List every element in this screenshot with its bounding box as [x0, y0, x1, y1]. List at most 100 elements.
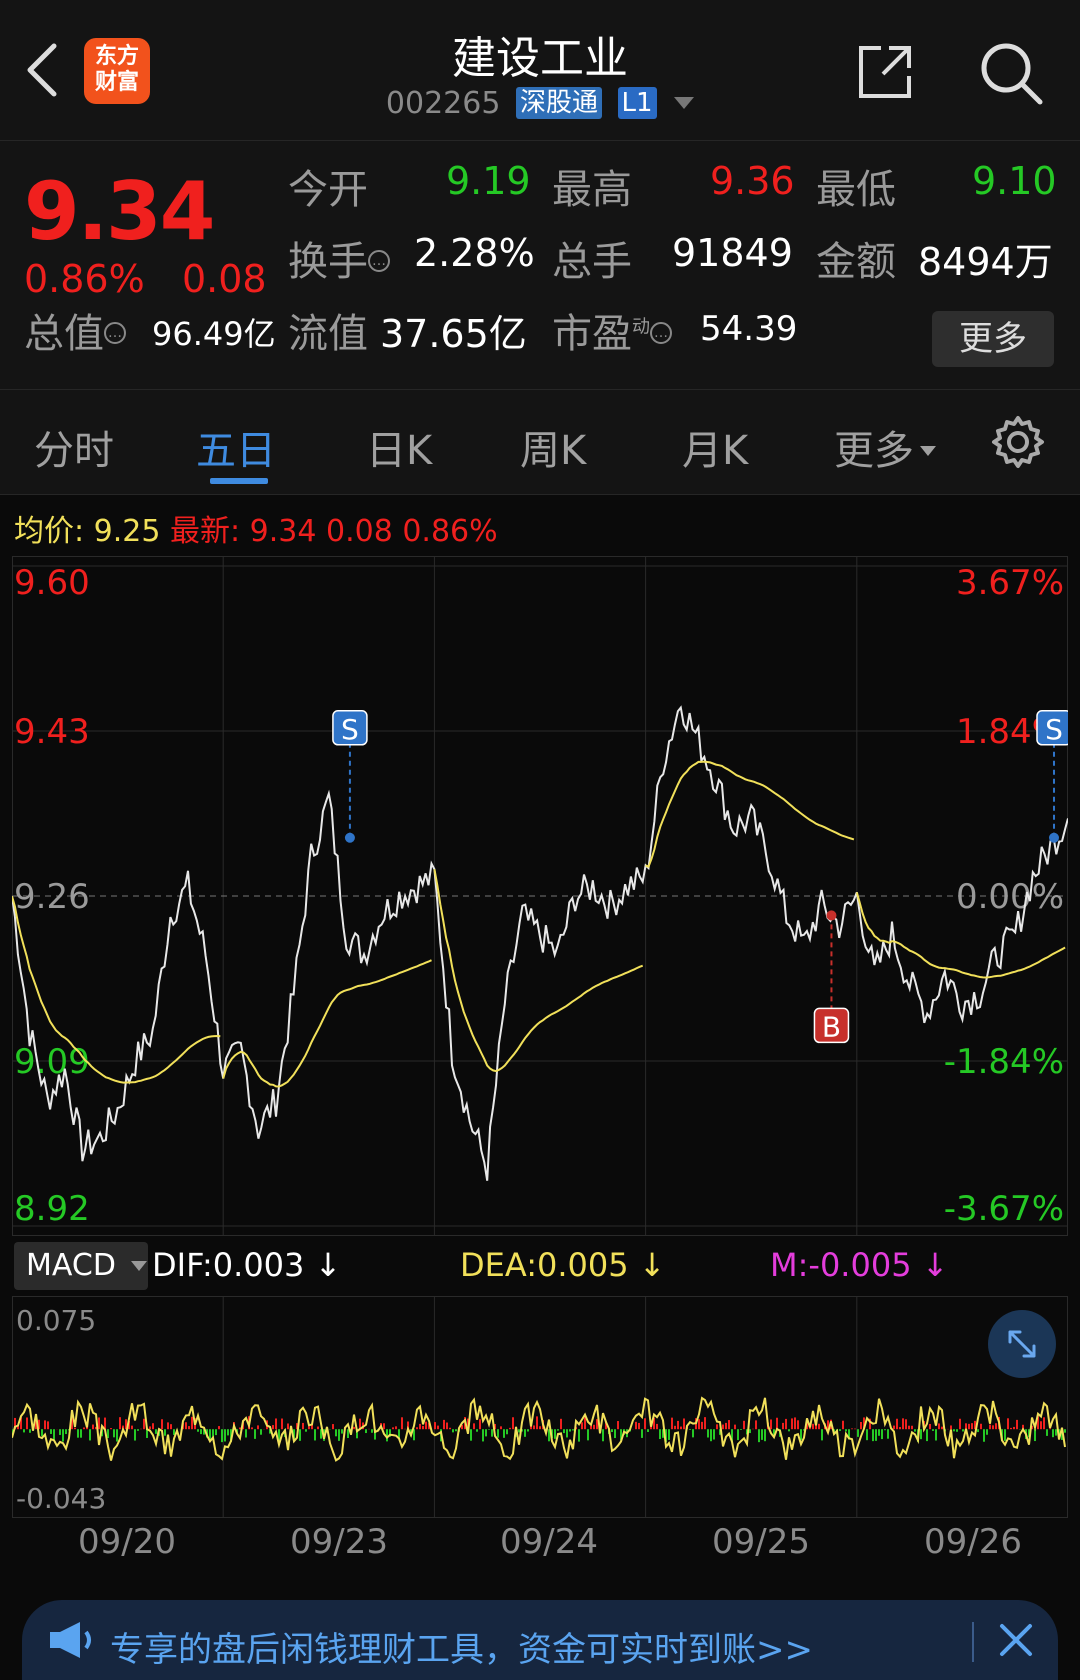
expand-icon[interactable]	[988, 1310, 1056, 1378]
info-icon[interactable]: …	[104, 322, 126, 344]
y-label-right: -1.84%	[944, 1042, 1064, 1082]
current-price: 9.34	[24, 165, 215, 258]
avg-price-line	[433, 869, 644, 1073]
tag-connect: 深股通	[515, 87, 602, 119]
top-bar: 东方 财富 建设工业 002265 深股通 L1	[0, 0, 1080, 141]
tab-more-label: 更多	[834, 428, 914, 474]
more-button[interactable]: 更多	[932, 311, 1054, 367]
y-label-left: 9.60	[14, 563, 90, 603]
stock-code: 002265	[385, 86, 501, 121]
date-label: 09/25	[712, 1522, 810, 1562]
promo-banner[interactable]: 专享的盘后闲钱理财工具，资金可实时到账>>	[22, 1600, 1058, 1680]
volume-label: 总手	[552, 239, 632, 285]
y-label-left: 9.09	[14, 1042, 90, 1082]
turnover-label: 换手…	[288, 229, 390, 287]
avg-price-line	[645, 760, 855, 869]
y-label-left: 9.26	[14, 877, 90, 917]
tab-five-day[interactable]: 五日	[196, 418, 276, 476]
date-label: 09/24	[500, 1522, 598, 1562]
float-value: 37.65亿	[380, 312, 527, 356]
latest-pct: 0.86%	[402, 514, 498, 549]
marker-dot	[1049, 832, 1059, 843]
tag-l1: L1	[617, 87, 657, 119]
amount-value: 8494万	[918, 240, 1053, 284]
sell-marker-label: S	[341, 713, 359, 746]
pe-label: 市盈动…	[552, 301, 672, 359]
divider	[972, 1622, 974, 1662]
price-line	[12, 705, 1068, 1181]
price-info-line: 均价: 9.25 最新: 9.34 0.08 0.86%	[14, 506, 498, 550]
date-label: 09/20	[78, 1522, 176, 1562]
megaphone-icon	[50, 1622, 91, 1658]
pe-value: 54.39	[700, 309, 798, 349]
open-value: 9.19	[446, 159, 531, 203]
latest-label: 最新:	[170, 514, 241, 549]
mcap-label-text: 总值	[24, 311, 104, 357]
date-axis: 09/20 09/23 09/24 09/25 09/26	[0, 1522, 1080, 1572]
tab-more[interactable]: 更多	[834, 418, 936, 476]
tab-monthly-k[interactable]: 月K	[682, 418, 748, 476]
banner-text[interactable]: 专享的盘后闲钱理财工具，资金可实时到账>>	[110, 1622, 813, 1671]
macd-y-bottom: -0.043	[16, 1482, 106, 1515]
y-label-right: -3.67%	[944, 1189, 1064, 1229]
tab-weekly-k[interactable]: 周K	[520, 418, 586, 476]
mcap-label: 总值…	[24, 301, 126, 359]
chevron-down-icon	[131, 1261, 148, 1271]
avg-price-line	[222, 959, 432, 1088]
change-percent: 0.86%	[24, 257, 145, 301]
turnover-label-text: 换手	[288, 239, 368, 285]
gear-icon[interactable]	[990, 414, 1046, 470]
quote-panel: 9.34 0.86% 0.08 今开 9.19 最高 9.36 最低 9.10 …	[0, 141, 1080, 390]
share-icon[interactable]	[855, 42, 915, 102]
buy-marker-label: B	[822, 1010, 841, 1043]
macd-header: MACD DIF:0.003 ↓ DEA:0.005 ↓ M:-0.005 ↓	[0, 1240, 1080, 1296]
y-label-left: 9.43	[14, 712, 90, 752]
low-value: 9.10	[972, 159, 1057, 203]
amount-label: 金额	[816, 239, 896, 285]
change-amount: 0.08	[182, 257, 267, 301]
volume-value: 91849	[672, 231, 793, 275]
macd-dif: DIF:0.003 ↓	[152, 1246, 342, 1284]
low-label: 最低	[816, 167, 896, 213]
date-label: 09/23	[290, 1522, 388, 1562]
y-label-right: 0.00%	[956, 877, 1064, 917]
y-label-left: 8.92	[14, 1189, 90, 1229]
marker-dot	[826, 910, 837, 921]
tab-intraday[interactable]: 分时	[34, 418, 114, 476]
pe-label-text: 市盈	[552, 311, 632, 357]
mcap-value: 96.49亿	[152, 315, 276, 353]
close-icon[interactable]	[994, 1618, 1038, 1662]
pe-sup: 动	[632, 316, 650, 338]
date-label: 09/26	[924, 1522, 1022, 1562]
avg-value: 9.25	[93, 514, 161, 549]
chart-tabs: 分时 五日 日K 周K 月K 更多	[0, 390, 1080, 495]
stock-name: 建设工业	[452, 33, 628, 84]
macd-y-top: 0.075	[16, 1304, 96, 1337]
macd-dea: DEA:0.005 ↓	[460, 1246, 666, 1284]
marker-dot	[344, 832, 355, 843]
stock-code-row: 002265 深股通 L1	[0, 86, 1080, 121]
info-icon[interactable]: …	[650, 322, 672, 344]
dea-line	[12, 1396, 1066, 1462]
five-day-price-chart[interactable]: 9.60 3.67%9.43 1.84%9.26 0.00%9.09 -1.84%8.9…	[12, 556, 1068, 1236]
latest-value: 9.34	[249, 514, 317, 549]
float-label: 流值	[288, 311, 368, 357]
turnover-value: 2.28%	[414, 231, 535, 275]
chevron-down-icon[interactable]	[674, 97, 695, 109]
macd-m: M:-0.005 ↓	[770, 1246, 949, 1284]
avg-label: 均价:	[14, 514, 85, 549]
search-icon[interactable]	[978, 40, 1044, 106]
sell-marker-label: S	[1045, 713, 1063, 746]
macd-chart: 0.075 -0.043	[12, 1296, 1068, 1518]
chevron-down-icon	[920, 446, 936, 456]
latest-chg: 0.08	[326, 514, 393, 549]
info-icon[interactable]: …	[368, 250, 390, 272]
high-value: 9.36	[710, 159, 795, 203]
tab-underline	[210, 478, 268, 484]
y-label-right: 3.67%	[956, 563, 1064, 603]
open-label: 今开	[288, 167, 368, 213]
tab-daily-k[interactable]: 日K	[366, 418, 432, 476]
indicator-selector[interactable]: MACD	[14, 1242, 148, 1290]
indicator-selector-label: MACD	[26, 1248, 116, 1283]
high-label: 最高	[552, 167, 632, 213]
